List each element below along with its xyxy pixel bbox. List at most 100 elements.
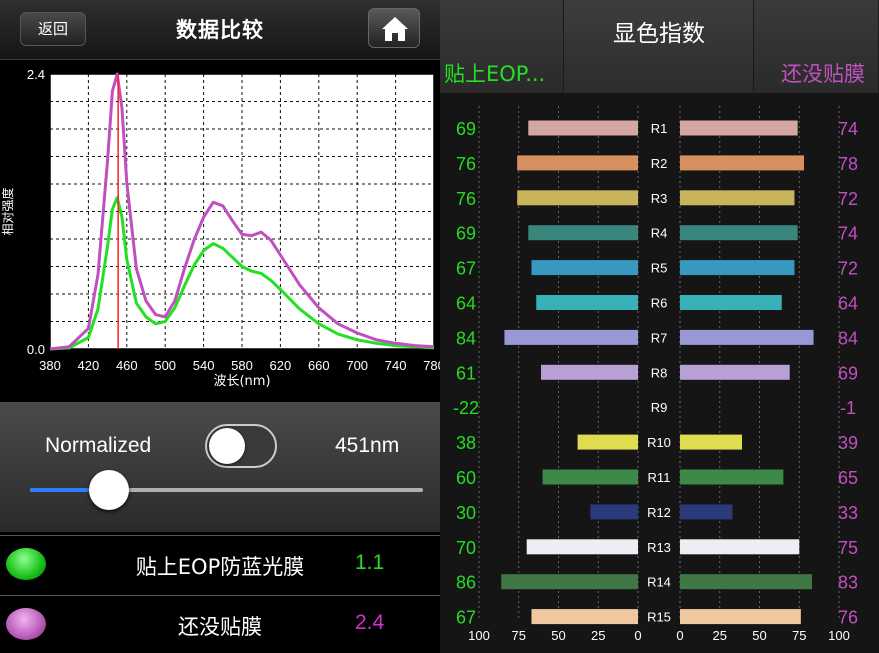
normalized-toggle[interactable] — [205, 424, 277, 468]
bar-right-R14 — [680, 574, 812, 590]
category-label: R6 — [651, 296, 668, 311]
left-value-label: 69 — [456, 224, 476, 244]
left-value-label: 61 — [456, 363, 476, 383]
category-label: R10 — [647, 435, 671, 450]
top-bar: 返回 数据比较 — [0, 0, 440, 60]
category-label: R1 — [651, 121, 668, 136]
right-value-label: 74 — [838, 224, 858, 244]
ri-title: 显色指数 — [613, 21, 705, 47]
left-axis-tick: 25 — [591, 628, 605, 643]
x-tick-label: 740 — [385, 358, 407, 373]
bar-right-R8 — [680, 364, 790, 380]
bar-right-R7 — [680, 329, 814, 345]
bar-left-R15 — [531, 609, 638, 625]
bar-right-R12 — [680, 504, 733, 520]
right-value-label: 72 — [838, 189, 858, 209]
left-axis-tick: 75 — [512, 628, 526, 643]
legend-value: 1.1 — [355, 551, 385, 574]
bar-right-R6 — [680, 295, 782, 310]
x-tick-label: 540 — [193, 358, 215, 373]
right-value-label: 39 — [838, 433, 858, 453]
y-tick-label: 2.4 — [27, 67, 45, 82]
category-label: R15 — [647, 610, 671, 625]
category-label: R12 — [647, 505, 671, 520]
bar-left-R5 — [531, 260, 638, 276]
x-tick-label: 660 — [308, 358, 330, 373]
x-tick-label: 500 — [154, 358, 176, 373]
right-value-label: 69 — [838, 363, 858, 383]
y-axis-label: 相对强度 — [0, 187, 15, 235]
bar-left-R3 — [517, 190, 638, 206]
toggle-knob — [209, 428, 245, 464]
bar-left-R4 — [528, 225, 638, 241]
x-tick-label: 420 — [78, 358, 100, 373]
bar-left-R1 — [528, 120, 638, 136]
right-axis-tick: 0 — [676, 628, 683, 643]
right-axis-tick: 50 — [752, 628, 766, 643]
bar-right-R10 — [680, 434, 743, 450]
left-value-label: 60 — [456, 468, 476, 488]
left-value-label: 67 — [456, 608, 476, 628]
right-axis-tick: 25 — [713, 628, 727, 643]
category-label: R14 — [647, 575, 671, 590]
spectrum-panel: 返回 数据比较 380 420 460 500 540 580 620 660 700 740 78… — [0, 0, 445, 653]
bar-left-R12 — [590, 504, 638, 520]
right-value-label: 76 — [838, 608, 858, 628]
legend-row-no-film[interactable]: 还没贴膜 2.4 — [0, 595, 440, 653]
home-button[interactable] — [368, 8, 420, 48]
bar-left-R10 — [577, 434, 638, 450]
bar-left-R11 — [542, 469, 638, 485]
left-value-label: 70 — [456, 538, 476, 558]
normalized-label: Normalized — [45, 434, 152, 457]
bar-left-R7 — [504, 329, 638, 345]
category-label: R7 — [651, 330, 668, 345]
right-value-label: 64 — [838, 294, 858, 314]
right-value-label: 74 — [838, 119, 858, 139]
category-label: R3 — [651, 191, 668, 206]
right-value-label: 33 — [838, 503, 858, 523]
category-label: R5 — [651, 261, 668, 276]
x-axis-label: 波长(nm) — [213, 374, 270, 389]
bar-left-R13 — [526, 539, 638, 555]
wavelength-slider[interactable] — [30, 470, 423, 510]
right-axis-tick: 100 — [828, 628, 850, 643]
left-axis-tick: 50 — [551, 628, 565, 643]
left-value-label: 38 — [456, 433, 476, 453]
y-tick-label: 0.0 — [27, 342, 45, 357]
category-label: R8 — [651, 365, 668, 380]
right-value-label: -1 — [840, 398, 856, 418]
spectrum-chart: 380 420 460 500 540 580 620 660 700 740 780 2.4 0.0 波… — [0, 60, 445, 400]
category-label: R11 — [648, 470, 671, 485]
bar-left-R2 — [517, 155, 638, 171]
bar-left-R8 — [541, 364, 638, 380]
legend-value: 2.4 — [355, 611, 385, 634]
wavelength-value: 451nm — [335, 434, 400, 457]
ri-left-label: 贴上EOP... — [444, 62, 546, 86]
right-value-label: 78 — [838, 154, 858, 174]
left-value-label: 76 — [456, 154, 476, 174]
x-tick-label: 380 — [39, 358, 61, 373]
ri-bar-chart: R1 69 74 R2 76 78 R3 76 72 R4 69 74 R5 67 72 R6 64 64 R7 84… — [453, 106, 858, 643]
left-value-label: 67 — [456, 259, 476, 279]
left-value-label: 84 — [456, 328, 476, 348]
legend-row-eop[interactable]: 贴上EOP防蓝光膜 1.1 — [0, 535, 440, 593]
left-axis-tick: 100 — [468, 628, 490, 643]
x-tick-label: 580 — [231, 358, 253, 373]
bar-left-R6 — [536, 295, 638, 310]
bar-right-R1 — [680, 120, 798, 136]
right-value-label: 83 — [838, 573, 858, 593]
x-tick-label: 460 — [116, 358, 138, 373]
x-tick-label: 700 — [346, 358, 368, 373]
bar-right-R3 — [680, 190, 795, 206]
category-label: R13 — [647, 540, 671, 555]
bar-left-R14 — [501, 574, 638, 590]
slider-knob[interactable] — [88, 470, 129, 510]
right-value-label: 84 — [838, 328, 858, 348]
category-label: R9 — [651, 400, 668, 415]
bar-right-R4 — [680, 225, 798, 241]
bar-right-R15 — [680, 609, 801, 625]
controls-panel: Normalized 451nm — [0, 402, 440, 532]
spectrum-svg: 380 420 460 500 540 580 620 660 700 740 780 2.4 0.0 波… — [0, 67, 445, 389]
left-value-label: 69 — [456, 119, 476, 139]
ri-header: 显色指数 贴上EOP... 还没贴膜 — [440, 0, 879, 93]
